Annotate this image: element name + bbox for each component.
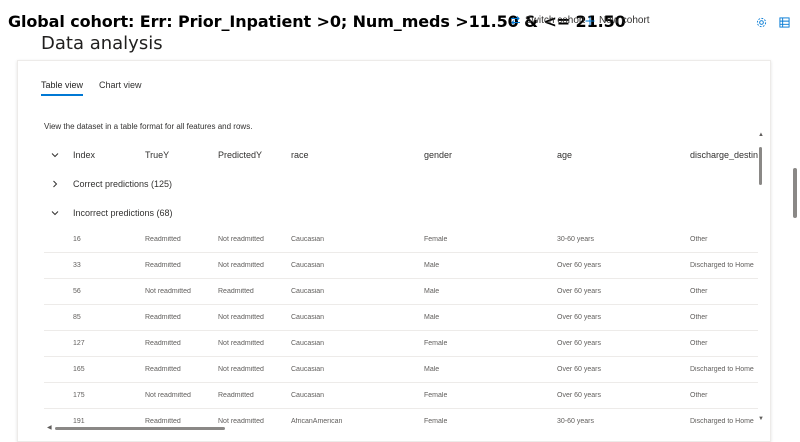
cell-age: Over 60 years <box>557 262 601 269</box>
cell-gender: Female <box>424 392 448 399</box>
table-horizontal-scroll-thumb[interactable] <box>55 427 225 430</box>
tab-chart-view[interactable]: Chart view <box>99 80 142 96</box>
cell-truey: Readmitted <box>145 314 181 321</box>
tab-table-view[interactable]: Table view <box>41 80 84 96</box>
page-vertical-scroll-thumb[interactable] <box>793 168 797 218</box>
column-header-age[interactable]: age <box>557 150 572 160</box>
cell-predictedy: Not readmitted <box>218 262 264 269</box>
column-header-truey[interactable]: TrueY <box>145 150 169 160</box>
group-row-correct[interactable]: Correct predictions (125) <box>44 171 758 197</box>
table-row[interactable]: 33 Readmitted Not readmitted Caucasian Male O… <box>44 253 758 279</box>
cell-predictedy: Not readmitted <box>218 340 264 347</box>
cell-index: 165 <box>73 366 85 373</box>
cell-index: 175 <box>73 392 85 399</box>
group-label: Incorrect predictions (68) <box>73 208 173 218</box>
table-row[interactable]: 56 Not readmitted Readmitted Caucasian Male O… <box>44 279 758 305</box>
table-layout-icon[interactable] <box>779 15 790 33</box>
table-row[interactable]: 165 Readmitted Not readmitted Caucasian Male… <box>44 357 758 383</box>
cell-discharge-destination: Discharged to Home <box>690 366 754 373</box>
table-row[interactable]: 175 Not readmitted Readmitted Caucasian Fema… <box>44 383 758 409</box>
cell-age: Over 60 years <box>557 340 601 347</box>
table-header-row: Index TrueY PredictedY race gender age d… <box>44 142 758 168</box>
chevron-right-icon[interactable] <box>50 179 60 189</box>
cell-age: Over 60 years <box>557 392 601 399</box>
table-row[interactable]: 16 Readmitted Not readmitted Caucasian Femal… <box>44 227 758 253</box>
cell-discharge-destination: Discharged to Home <box>690 262 754 269</box>
cell-predictedy: Not readmitted <box>218 314 264 321</box>
table-description: View the dataset in a table format for a… <box>44 122 253 131</box>
chevron-down-icon[interactable] <box>50 208 60 218</box>
cell-race: Caucasian <box>291 392 325 399</box>
cell-gender: Male <box>424 288 440 295</box>
cell-predictedy: Not readmitted <box>218 366 264 373</box>
group-row-incorrect[interactable]: Incorrect predictions (68) <box>44 200 758 226</box>
cell-predictedy: Readmitted <box>218 392 254 399</box>
column-header-index[interactable]: Index <box>73 150 95 160</box>
cell-truey: Readmitted <box>145 236 181 243</box>
cell-index: 127 <box>73 340 85 347</box>
cell-truey: Not readmitted <box>145 392 191 399</box>
cell-truey: Not readmitted <box>145 288 191 295</box>
cell-truey: Readmitted <box>145 340 181 347</box>
collapse-all-chevron-icon[interactable] <box>50 150 60 160</box>
cell-race: Caucasian <box>291 340 325 347</box>
cell-age: Over 60 years <box>557 288 601 295</box>
cell-truey: Readmitted <box>145 366 181 373</box>
column-header-race[interactable]: race <box>291 150 309 160</box>
settings-gear-icon[interactable] <box>756 15 767 33</box>
cell-discharge-destination: Other <box>690 392 708 399</box>
cell-index: 85 <box>73 314 81 321</box>
cell-truey: Readmitted <box>145 262 181 269</box>
data-table: Index TrueY PredictedY race gender age d… <box>44 142 758 431</box>
table-row[interactable]: 85 Readmitted Not readmitted Caucasian Male O… <box>44 305 758 331</box>
cell-gender: Female <box>424 340 448 347</box>
cell-gender: Male <box>424 262 440 269</box>
new-cohort-label: New cohort <box>599 15 650 26</box>
table-row[interactable]: 127 Readmitted Not readmitted Caucasian Fema… <box>44 331 758 357</box>
switch-cohort-button[interactable]: Switch cohort <box>510 15 585 26</box>
table-vertical-scroll-thumb[interactable] <box>759 147 762 185</box>
cell-race: Caucasian <box>291 236 325 243</box>
scroll-up-arrow-icon[interactable]: ▲ <box>758 132 764 138</box>
cell-age: Over 60 years <box>557 366 601 373</box>
cell-predictedy: Readmitted <box>218 288 254 295</box>
cell-race: Caucasian <box>291 314 325 321</box>
cell-age: Over 60 years <box>557 314 601 321</box>
switch-cohort-label: Switch cohort <box>525 15 586 26</box>
scroll-left-arrow-icon[interactable]: ◀ <box>47 424 52 431</box>
view-tabs: Table view Chart view <box>41 80 142 96</box>
switch-icon <box>510 16 521 25</box>
cell-race: Caucasian <box>291 262 325 269</box>
cell-predictedy: Not readmitted <box>218 236 264 243</box>
plus-icon <box>585 16 595 26</box>
cell-gender: Male <box>424 314 440 321</box>
cell-race: Caucasian <box>291 366 325 373</box>
cell-gender: Male <box>424 366 440 373</box>
cell-discharge-destination: Other <box>690 236 708 243</box>
cell-index: 56 <box>73 288 81 295</box>
column-header-gender[interactable]: gender <box>424 150 452 160</box>
cell-discharge-destination: Other <box>690 314 708 321</box>
group-label: Correct predictions (125) <box>73 179 173 189</box>
cell-discharge-destination: Other <box>690 340 708 347</box>
scroll-down-arrow-icon[interactable]: ▼ <box>758 416 764 422</box>
section-title: Data analysis <box>41 33 163 54</box>
column-header-discharge-destination[interactable]: discharge_destina <box>690 150 758 160</box>
new-cohort-button[interactable]: New cohort <box>585 15 650 26</box>
column-header-predictedy[interactable]: PredictedY <box>218 150 262 160</box>
cell-discharge-destination: Other <box>690 288 708 295</box>
cell-race: Caucasian <box>291 288 325 295</box>
cell-gender: Female <box>424 236 448 243</box>
cell-age: 30-60 years <box>557 236 594 243</box>
cell-index: 16 <box>73 236 81 243</box>
cell-index: 33 <box>73 262 81 269</box>
